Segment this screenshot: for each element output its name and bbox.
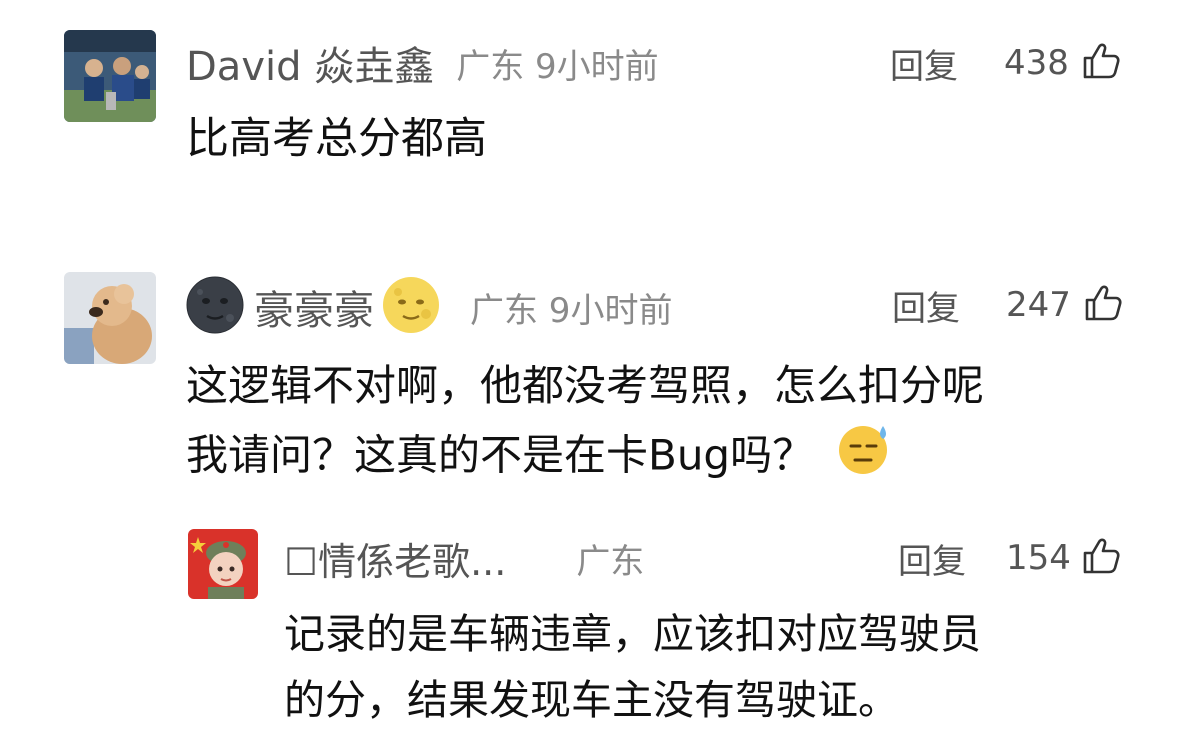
comment-text-line: 我请问？这真的不是在卡Bug吗？ [186, 420, 984, 496]
username[interactable]: ☐情係老歌... [284, 531, 506, 586]
avatar-photo [188, 529, 258, 599]
avatar[interactable] [64, 30, 156, 122]
comment-meta: David 焱垚鑫 广东 9小时前 [186, 38, 659, 90]
reply-text-line: 的分，结果发现车主没有驾驶证。 [284, 676, 899, 724]
comment-item: David 焱垚鑫 广东 9小时前 回复 438 比高考总分都高 [0, 0, 1200, 230]
new-moon-face-emoji [186, 276, 244, 338]
reply-text: 记录的是车辆违章，应该扣对应驾驶员 的分，结果发现车主没有驾驶证。 [284, 601, 981, 733]
reply-button[interactable]: 回复 [892, 281, 960, 330]
reply-meta: ☐情係老歌... 广东 [284, 531, 645, 586]
comment-text-line-content: 我请问？这真的不是在卡Bug吗？ [186, 430, 815, 480]
like-count: 247 [1006, 285, 1071, 325]
username[interactable]: 豪豪豪 [254, 278, 374, 336]
location-time: 广东 9小时前 [456, 46, 659, 87]
avatar[interactable] [64, 272, 156, 364]
comment-actions: 回复 247 [892, 280, 1123, 330]
comment-text-line: 比高考总分都高 [186, 114, 487, 164]
reply-text-line: 记录的是车辆违章，应该扣对应驾驶员 [284, 610, 981, 658]
reply-item: ☐情係老歌... 广东 回复 154 记录的是车辆违章，应该扣对应驾驶员 的分，… [0, 515, 1200, 753]
avatar[interactable] [188, 529, 258, 599]
location-time: 广东 9小时前 [470, 290, 673, 331]
reply-actions: 回复 154 [898, 533, 1121, 583]
avatar-photo [64, 30, 156, 122]
like-count: 438 [1004, 43, 1069, 83]
thumbs-up-icon[interactable] [1081, 536, 1121, 580]
like-count: 154 [1006, 538, 1071, 578]
comment-text: 比高考总分都高 [186, 110, 487, 168]
comment-text: 这逻辑不对啊，他都没考驾照，怎么扣分呢 我请问？这真的不是在卡Bug吗？ [186, 352, 984, 496]
username[interactable]: David 焱垚鑫 [186, 34, 434, 92]
downcast-sweat-face-emoji [837, 420, 893, 496]
avatar-photo [64, 272, 156, 364]
comment-item: 豪豪豪 广东 9小时前 回复 247 这逻辑不对啊，他都没考驾照，怎么扣分呢 我… [0, 250, 1200, 500]
location: 广东 [576, 541, 645, 582]
comment-meta: 豪豪豪 广东 9小时前 [186, 276, 673, 338]
comment-text-line: 这逻辑不对啊，他都没考驾照，怎么扣分呢 [186, 361, 985, 410]
full-moon-face-emoji [382, 276, 440, 338]
reply-button[interactable]: 回复 [890, 39, 958, 88]
thumbs-up-icon[interactable] [1083, 283, 1123, 327]
thumbs-up-icon[interactable] [1081, 41, 1121, 85]
reply-button[interactable]: 回复 [898, 534, 966, 583]
comment-actions: 回复 438 [890, 38, 1121, 88]
